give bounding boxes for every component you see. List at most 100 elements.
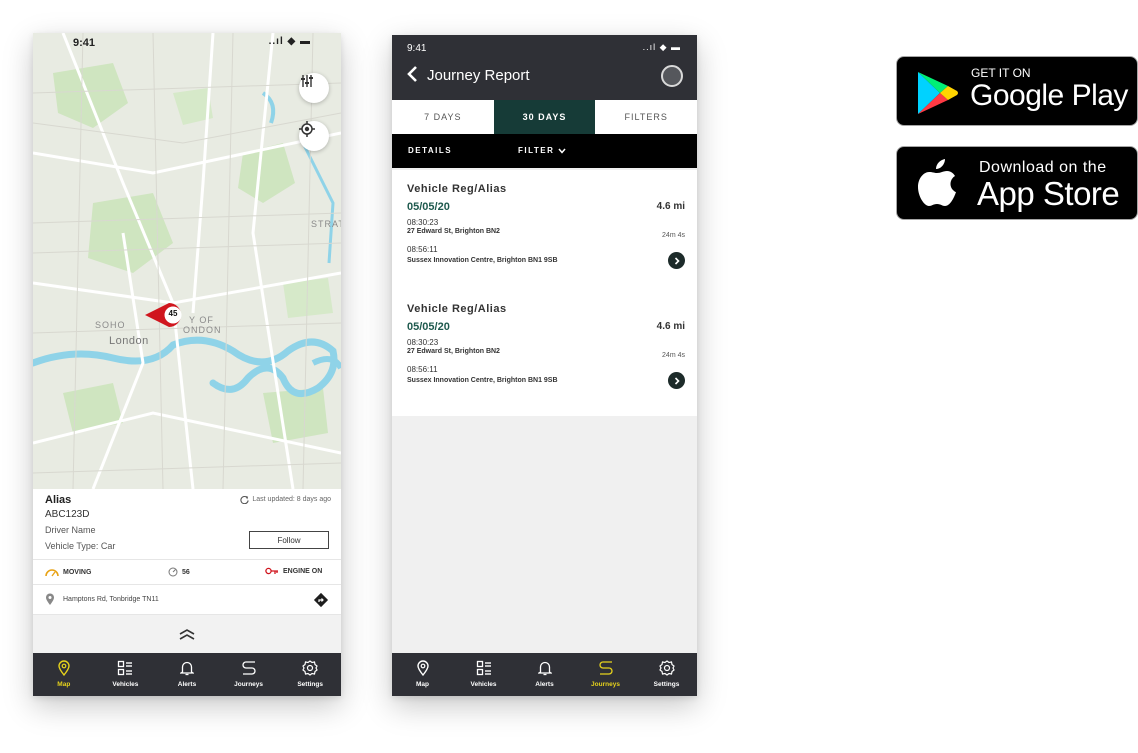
journey-date: 05/05/20 <box>407 321 450 333</box>
tab-map[interactable]: Map <box>392 653 453 696</box>
vehicle-marker[interactable]: 45 <box>143 300 189 330</box>
apple-logo-icon <box>918 159 956 206</box>
tab-journeys[interactable]: Journeys <box>218 653 280 696</box>
moving-status: MOVING <box>45 567 91 577</box>
date-range-tabs: 7 DAYS 30 DAYS FILTERS <box>392 100 697 134</box>
tab-map-label: Map <box>416 681 429 688</box>
tab-settings-label: Settings <box>653 681 680 688</box>
vehicle-info-panel: Alias ABC123D Driver Name Vehicle Type: … <box>33 489 341 653</box>
tab-settings[interactable]: Settings <box>636 653 697 696</box>
journey-start-time: 08:30:23 <box>407 218 439 227</box>
journey-report-screen: 9:41 ..ıl ◆ ▬ Journey Report 7 DAYS 30 D… <box>392 35 697 696</box>
tab-journeys-label: Journeys <box>234 681 264 688</box>
location-pin-icon <box>46 593 54 605</box>
chevron-right-icon <box>674 256 680 265</box>
tab-journeys[interactable]: Journeys <box>575 653 636 696</box>
map-canvas <box>33 33 341 489</box>
key-icon <box>265 567 278 575</box>
gear-icon <box>658 660 675 676</box>
last-updated-text: Last updated: 8 days ago <box>252 496 331 503</box>
tab-vehicles[interactable]: Vehicles <box>453 653 514 696</box>
vehicle-address-row[interactable]: Hamptons Rd, Tonbridge TN11 <box>33 585 341 615</box>
map-label-city: Y OF <box>189 315 214 325</box>
page-title: Journey Report <box>427 67 530 84</box>
engine-label: ENGINE ON <box>283 567 323 575</box>
bottom-tab-bar: Map Vehicles Alerts Journeys Settings <box>33 653 341 696</box>
journey-end-address: Sussex Innovation Centre, Brighton BN1 9… <box>407 257 558 264</box>
bottom-tab-bar: Map Vehicles Alerts Journeys Settings <box>392 653 697 696</box>
back-chevron-icon[interactable] <box>406 65 418 83</box>
tab-map[interactable]: Map <box>33 653 95 696</box>
journey-end-time: 08:56:11 <box>407 245 438 254</box>
gauge-icon <box>45 569 59 577</box>
follow-button[interactable]: Follow <box>249 531 329 549</box>
journey-open-button[interactable] <box>668 252 685 269</box>
vehicle-status-row: MOVING 56 ENGINE ON <box>33 559 341 585</box>
google-play-small-text: GET IT ON <box>971 66 1031 80</box>
driver-name: Driver Name <box>45 525 96 535</box>
route-icon <box>242 661 256 675</box>
map-filter-button[interactable] <box>299 73 329 103</box>
refresh-icon[interactable] <box>240 495 250 504</box>
directions-icon[interactable] <box>313 592 329 608</box>
map-view[interactable]: 9:41 ..ıl ◆ ▬ SOHO London Y OF ONDON STR… <box>33 33 341 489</box>
map-label-london: London <box>109 335 149 347</box>
journey-distance: 4.6 mi <box>656 321 685 332</box>
moving-label: MOVING <box>63 568 92 576</box>
tab-alerts-label: Alerts <box>535 681 554 688</box>
google-play-badge[interactable]: GET IT ON Google Play <box>896 56 1138 126</box>
app-store-big-text: App Store <box>977 175 1120 212</box>
speed-value: 56 <box>182 568 190 576</box>
bell-icon <box>537 661 552 676</box>
app-store-badge[interactable]: Download on the App Store <box>896 146 1138 220</box>
map-label-stratford: STRAT <box>311 219 341 229</box>
tab-alerts[interactable]: Alerts <box>514 653 575 696</box>
speed-status: 56 <box>168 567 190 577</box>
google-play-icon <box>918 72 958 114</box>
status-time: 9:41 <box>407 43 427 54</box>
expand-panel-handle[interactable] <box>33 615 341 653</box>
sliders-icon <box>301 75 313 87</box>
vehicle-registration: ABC123D <box>45 509 90 520</box>
tab-journeys-label: Journeys <box>591 681 620 688</box>
journey-card[interactable]: Vehicle Reg/Alias 05/05/20 4.6 mi 08:30:… <box>392 290 697 416</box>
tab-map-label: Map <box>57 681 71 688</box>
tab-filters[interactable]: FILTERS <box>595 100 697 134</box>
chevron-right-icon <box>674 376 680 385</box>
locate-me-button[interactable] <box>299 121 329 151</box>
bell-icon <box>179 661 194 676</box>
details-toggle[interactable]: DETAILS <box>408 146 452 155</box>
journey-distance: 4.6 mi <box>656 201 685 212</box>
journey-start-address: 27 Edward St, Brighton BN2 <box>407 228 500 235</box>
crosshair-icon <box>299 121 315 137</box>
journey-date: 05/05/20 <box>407 201 450 213</box>
last-updated: Last updated: 8 days ago <box>240 495 331 504</box>
filter-dropdown[interactable]: FILTER <box>518 146 566 155</box>
chevron-down-icon <box>558 148 566 154</box>
map-screen: 9:41 ..ıl ◆ ▬ SOHO London Y OF ONDON STR… <box>33 33 341 696</box>
tab-alerts[interactable]: Alerts <box>156 653 218 696</box>
tab-30-days[interactable]: 30 DAYS <box>493 100 596 134</box>
journey-card[interactable]: Vehicle Reg/Alias 05/05/20 4.6 mi 08:30:… <box>392 170 697 296</box>
tab-7-days[interactable]: 7 DAYS <box>392 100 494 134</box>
journey-start-time: 08:30:23 <box>407 338 439 347</box>
journey-open-button[interactable] <box>668 372 685 389</box>
vehicle-type: Vehicle Type: Car <box>45 541 116 551</box>
tab-settings-label: Settings <box>297 681 323 688</box>
status-time: 9:41 <box>73 37 96 49</box>
google-play-big-text: Google Play <box>970 79 1128 112</box>
tab-vehicles-label: Vehicles <box>470 681 497 688</box>
tab-alerts-label: Alerts <box>177 681 197 688</box>
engine-status: ENGINE ON <box>265 567 322 575</box>
map-pin-icon <box>416 660 429 676</box>
vehicle-address: Hamptons Rd, Tonbridge TN11 <box>63 596 159 603</box>
account-avatar-icon[interactable] <box>661 65 683 87</box>
tab-settings[interactable]: Settings <box>279 653 341 696</box>
tab-vehicles[interactable]: Vehicles <box>95 653 157 696</box>
tab-vehicles-label: Vehicles <box>112 681 139 688</box>
signal-battery-icon: ..ıl ◆ ▬ <box>268 36 311 47</box>
journey-vehicle: Vehicle Reg/Alias <box>407 183 507 195</box>
journey-start-address: 27 Edward St, Brighton BN2 <box>407 348 500 355</box>
signal-battery-icon: ..ıl ◆ ▬ <box>642 42 681 52</box>
journey-vehicle: Vehicle Reg/Alias <box>407 303 507 315</box>
